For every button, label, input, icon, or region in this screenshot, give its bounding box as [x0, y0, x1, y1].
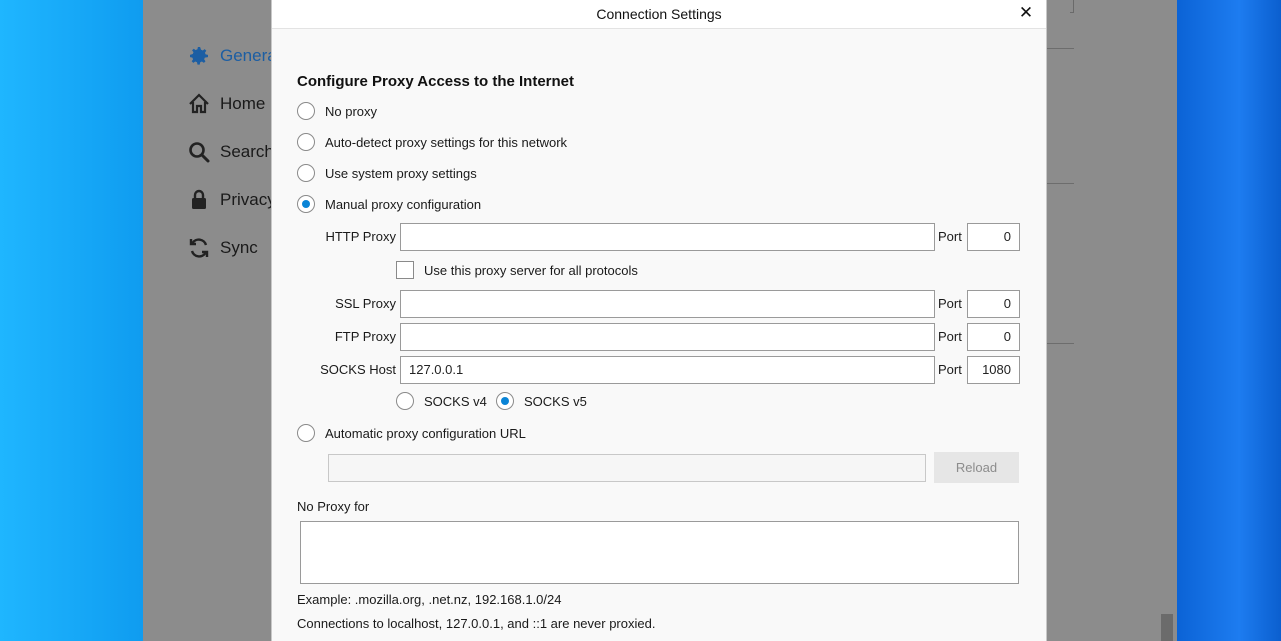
sidebar-item-home[interactable]: Home [186, 89, 265, 119]
sidebar-item-label: Search [220, 142, 274, 161]
sidebar-item-sync[interactable]: Sync [186, 233, 258, 263]
radio-button[interactable] [297, 102, 315, 120]
example-text: Example: .mozilla.org, .net.nz, 192.168.… [297, 592, 562, 607]
radio-button[interactable] [297, 424, 315, 442]
no-proxy-textarea[interactable] [300, 521, 1019, 584]
bg-divider [1047, 48, 1074, 49]
radio-auto-detect[interactable]: Auto-detect proxy settings for this netw… [297, 133, 567, 151]
radio-button-selected[interactable] [496, 392, 514, 410]
sidebar-item-label: Home [220, 94, 266, 113]
lock-icon [186, 187, 212, 213]
radio-button-selected[interactable] [297, 195, 315, 213]
bg-divider [1047, 183, 1074, 184]
radio-label: No proxy [325, 103, 378, 119]
connection-settings-dialog: Connection Settings ✕ Configure Proxy Ac… [271, 0, 1047, 641]
ftp-port-input[interactable]: 0 [967, 323, 1020, 351]
section-heading: Configure Proxy Access to the Internet [297, 73, 575, 90]
radio-button[interactable] [297, 133, 315, 151]
home-icon [186, 91, 212, 117]
ftp-port-label: Port [938, 329, 962, 344]
sidebar-item-general[interactable]: General [186, 41, 280, 71]
sync-icon [186, 235, 212, 261]
socks-host-input[interactable]: 127.0.0.1 [400, 356, 935, 384]
radio-button[interactable] [396, 392, 414, 410]
http-proxy-label: HTTP Proxy [325, 229, 396, 244]
localhost-note: Connections to localhost, 127.0.0.1, and… [297, 616, 656, 631]
no-proxy-label: No Proxy for [297, 499, 370, 514]
radio-auto-config-url[interactable]: Automatic proxy configuration URL [297, 424, 526, 442]
close-icon[interactable]: ✕ [1016, 3, 1036, 23]
desktop-background-left [0, 0, 143, 641]
socks-port-label: Port [938, 362, 962, 377]
use-proxy-for-all-checkbox-row[interactable]: Use this proxy server for all protocols [396, 261, 638, 279]
http-port-input[interactable]: 0 [967, 223, 1020, 251]
sidebar-item-label: Sync [220, 238, 258, 257]
radio-socks-v4[interactable]: SOCKS v4 [396, 392, 487, 410]
socks-port-input[interactable]: 1080 [967, 356, 1020, 384]
radio-button[interactable] [297, 164, 315, 182]
ssl-port-input[interactable]: 0 [967, 290, 1020, 318]
sidebar-item-search[interactable]: Search [186, 137, 274, 167]
socks-host-label: SOCKS Host [320, 362, 396, 377]
ssl-proxy-label: SSL Proxy [335, 296, 396, 311]
ftp-proxy-input[interactable] [400, 323, 935, 351]
desktop-background-right [1177, 0, 1281, 641]
dialog-title: Connection Settings [596, 6, 722, 22]
radio-label: SOCKS v5 [524, 393, 587, 409]
radio-label: Manual proxy configuration [325, 196, 482, 212]
ssl-port-label: Port [938, 296, 962, 311]
ftp-proxy-label: FTP Proxy [334, 329, 396, 344]
sidebar-item-label: Privacy [220, 190, 276, 209]
http-port-label: Port [938, 229, 962, 244]
http-proxy-input[interactable] [400, 223, 935, 251]
sidebar-item-privacy[interactable]: Privacy [186, 185, 276, 215]
radio-label: Use system proxy settings [325, 165, 477, 181]
radio-manual-proxy[interactable]: Manual proxy configuration [297, 195, 481, 213]
checkbox-label: Use this proxy server for all protocols [424, 262, 638, 278]
radio-system-proxy[interactable]: Use system proxy settings [297, 164, 477, 182]
bg-scrollbar-thumb[interactable] [1161, 614, 1173, 641]
dialog-titlebar[interactable]: Connection Settings ✕ [272, 0, 1046, 29]
gear-icon [186, 43, 212, 69]
bg-input-edge [1070, 0, 1074, 13]
search-icon [186, 139, 212, 165]
checkbox[interactable] [396, 261, 414, 279]
reload-button[interactable]: Reload [934, 452, 1019, 483]
radio-label: SOCKS v4 [424, 393, 487, 409]
radio-socks-v5[interactable]: SOCKS v5 [496, 392, 587, 410]
radio-no-proxy[interactable]: No proxy [297, 102, 377, 120]
auto-config-url-input[interactable] [328, 454, 926, 482]
radio-label: Auto-detect proxy settings for this netw… [325, 134, 568, 150]
bg-divider [1047, 343, 1074, 344]
ssl-proxy-input[interactable] [400, 290, 935, 318]
radio-label: Automatic proxy configuration URL [325, 425, 526, 441]
